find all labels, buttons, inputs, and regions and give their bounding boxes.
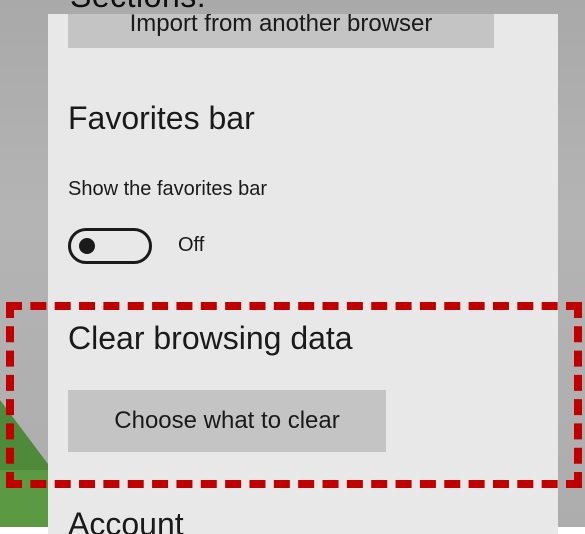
choose-what-to-clear-button[interactable]: Choose what to clear — [68, 390, 386, 452]
import-browser-button[interactable]: Import from another browser — [68, 14, 494, 48]
toggle-knob — [79, 238, 95, 254]
wallpaper-fragment-bottom — [0, 470, 55, 527]
clear-browsing-data-heading: Clear browsing data — [68, 320, 353, 356]
favorites-bar-heading: Favorites bar — [68, 100, 255, 136]
account-heading: Account — [68, 506, 184, 534]
settings-panel: Import from another browser Favorites ba… — [48, 14, 558, 534]
favorites-bar-toggle[interactable] — [68, 228, 152, 264]
caption-text: Sections: — [70, 0, 206, 15]
toggle-state-label: Off — [178, 234, 205, 256]
show-favorites-label: Show the favorites bar — [68, 178, 267, 200]
